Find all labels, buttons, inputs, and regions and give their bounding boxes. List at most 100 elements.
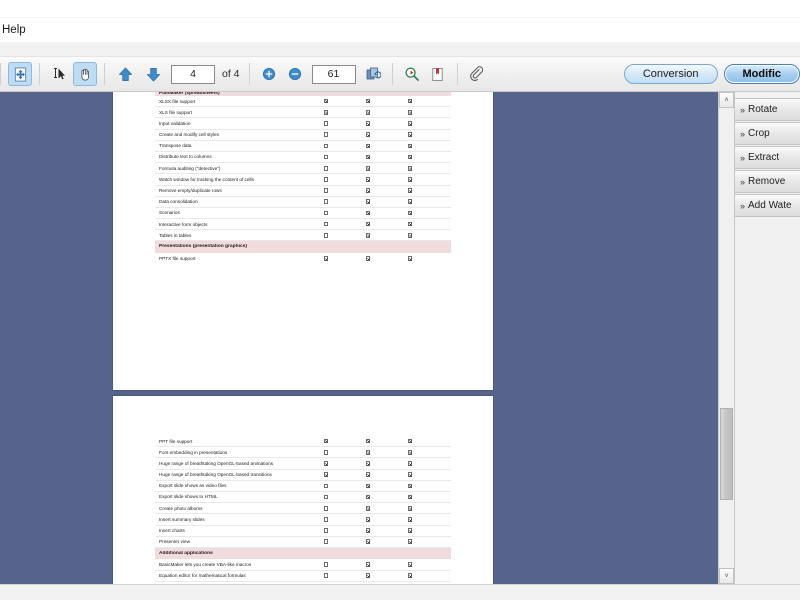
feature-label: Insert summary slides <box>159 516 205 522</box>
zoom-out-button[interactable] <box>283 62 307 86</box>
toolbar-separator <box>391 63 393 85</box>
zoom-out-icon <box>288 67 302 81</box>
checkbox-checked-icon <box>407 517 413 522</box>
checkbox-checked-icon <box>407 494 413 500</box>
tab-modification[interactable]: Modific <box>723 64 800 84</box>
feature-checkbox-cell <box>389 494 431 500</box>
arrow-down-icon <box>145 66 162 83</box>
feature-checkbox-cell <box>347 438 389 444</box>
checkbox-unchecked-icon <box>323 517 329 522</box>
tab-conversion[interactable]: Conversion <box>623 64 718 84</box>
feature-checkbox-cell <box>347 528 389 533</box>
feature-table-row: Create and modify cell styles <box>155 130 451 141</box>
feature-checkbox-cell <box>347 121 389 126</box>
feature-checkbox-cell <box>305 483 347 489</box>
feature-table-row: Scenarios <box>155 208 451 220</box>
bookmark-icon <box>430 67 445 82</box>
feature-label: Data consolidation <box>159 199 198 205</box>
attachments-button[interactable] <box>465 62 489 86</box>
find-button[interactable] <box>400 62 424 86</box>
zoom-in-button[interactable] <box>257 62 281 86</box>
feature-checkbox-cell <box>305 528 347 533</box>
feature-checkbox-cell <box>305 121 347 126</box>
feature-label: Scenarios <box>159 210 180 216</box>
feature-checkbox-cell <box>347 98 389 104</box>
feature-table-row: Equation editor for mathematical formula… <box>155 571 451 582</box>
feature-checkbox-cell <box>389 143 431 149</box>
checkbox-checked-icon <box>407 143 413 149</box>
checkbox-checked-icon <box>365 528 371 533</box>
checkbox-checked-icon <box>323 109 329 115</box>
checkbox-checked-icon <box>407 98 413 104</box>
feature-checkbox-cell <box>389 221 431 227</box>
feature-table-section-header: Presentations (presentation graphics) <box>155 241 451 253</box>
checkbox-checked-icon <box>407 539 413 545</box>
checkbox-checked-icon <box>365 438 371 444</box>
zoom-level-input[interactable]: 61 <box>311 64 356 84</box>
checkbox-checked-icon <box>407 573 413 578</box>
feature-checkbox-cell <box>305 438 347 444</box>
checkbox-unchecked-icon <box>323 233 329 238</box>
text-select-tool-button[interactable] <box>47 62 71 86</box>
checkbox-checked-icon <box>365 98 371 104</box>
feature-checkbox-cell <box>305 154 347 160</box>
feature-checkbox-cell <box>389 165 431 171</box>
feature-table-row: Interactive form objects <box>155 219 451 231</box>
checkbox-unchecked-icon <box>323 539 329 545</box>
checkbox-checked-icon <box>407 221 413 227</box>
checkbox-checked-icon <box>323 461 329 466</box>
feature-checkbox-cell <box>305 165 347 171</box>
checkbox-checked-icon <box>407 177 413 182</box>
feature-checkbox-cell <box>347 233 389 238</box>
feature-label: Input validation <box>159 120 191 126</box>
checkbox-checked-icon <box>365 233 371 238</box>
sidebar-item-extract[interactable]: » Extract <box>735 146 800 169</box>
menu-item-help[interactable]: Help <box>0 22 32 38</box>
feature-checkbox-cell <box>347 109 389 115</box>
feature-label: Distribute text to columns <box>159 154 212 160</box>
fit-page-button[interactable] <box>8 62 32 86</box>
scrollbar-thumb[interactable] <box>720 408 733 500</box>
hand-tool-button[interactable] <box>73 62 97 86</box>
feature-checkbox-cell <box>305 256 347 261</box>
sidebar-item-label: Rotate <box>748 104 778 115</box>
feature-checkbox-cell <box>305 461 347 466</box>
checkbox-checked-icon <box>407 165 413 171</box>
feature-label: Interactive form objects <box>159 221 208 227</box>
feature-checkbox-cell <box>305 143 347 149</box>
feature-table-row: XLS file support <box>155 107 451 119</box>
feature-checkbox-cell <box>305 573 347 578</box>
sidebar-item-remove[interactable]: » Remove <box>735 170 800 193</box>
zoom-in-icon <box>262 67 276 81</box>
sidebar-item-rotate[interactable]: » Rotate <box>735 98 800 121</box>
checkbox-checked-icon <box>407 483 413 489</box>
document-viewer[interactable]: PlanMaker (spreadsheets) XLSX file suppor… <box>0 92 718 584</box>
feature-checkbox-cell <box>305 539 347 545</box>
feature-label: Tables in tables <box>159 232 192 238</box>
feature-table-row: Huge range of breathtaking OpenGL-based … <box>155 470 451 481</box>
rotate-view-button[interactable] <box>361 62 385 86</box>
toolbar-separator <box>248 63 250 85</box>
feature-checkbox-cell <box>305 177 347 182</box>
checkbox-checked-icon <box>365 494 371 500</box>
previous-page-button[interactable] <box>112 62 138 86</box>
page-number-input[interactable]: 4 <box>171 64 215 84</box>
checkbox-checked-icon <box>365 121 371 126</box>
scroll-down-arrow[interactable]: ˅ <box>719 568 734 584</box>
scroll-up-arrow[interactable]: ˄ <box>719 92 734 108</box>
viewer-vertical-scrollbar[interactable]: ˄ ˅ <box>718 92 734 584</box>
hand-icon <box>78 67 93 82</box>
feature-label: Font embedding in presentations <box>159 449 228 455</box>
sidebar-item-add-wate[interactable]: » Add Wate <box>735 194 800 217</box>
feature-table-row: Tables in tables <box>155 230 451 242</box>
feature-label: Transpose data <box>159 143 192 149</box>
checkbox-checked-icon <box>365 539 371 545</box>
feature-checkbox-cell <box>389 121 431 126</box>
section-header-label: Presentations (presentation graphics) <box>159 244 248 250</box>
feature-checkbox-cell <box>347 517 389 522</box>
bookmarks-button[interactable] <box>426 62 450 86</box>
feature-checkbox-cell <box>305 188 347 193</box>
next-page-button[interactable] <box>140 62 166 86</box>
paperclip-icon <box>469 66 485 82</box>
sidebar-item-crop[interactable]: » Crop <box>735 122 800 145</box>
